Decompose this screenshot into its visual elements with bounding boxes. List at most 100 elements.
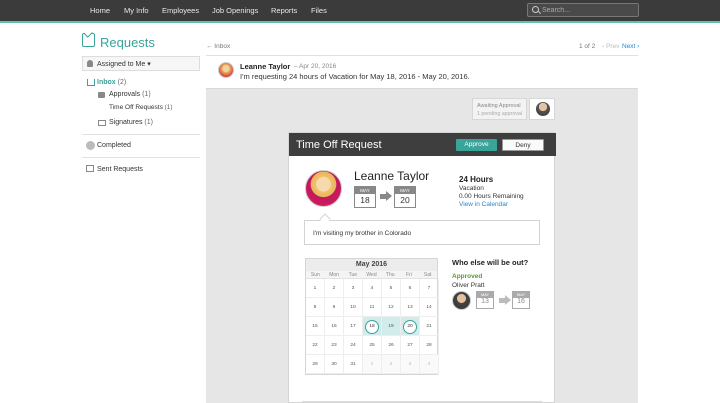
nav-files[interactable]: Files <box>311 6 327 15</box>
approve-button[interactable]: Approve <box>456 139 497 151</box>
calendar-day-number: 21 <box>426 324 432 329</box>
requester-name[interactable]: Leanne Taylor <box>240 62 290 71</box>
sidebar-item-approvals[interactable]: Approvals (1) <box>109 91 151 98</box>
who-else-avatar <box>452 291 471 310</box>
calendar-day[interactable]: 20 <box>401 317 420 336</box>
calendar-day-number: 16 <box>331 324 337 329</box>
calendar-day[interactable]: 11 <box>363 298 382 317</box>
calendar-day[interactable]: 12 <box>382 298 401 317</box>
await-title: Awaiting Approval <box>477 103 521 109</box>
calendar-day[interactable]: 26 <box>382 336 401 355</box>
search-box[interactable] <box>527 3 639 17</box>
calendar-day[interactable]: 2 <box>325 279 344 298</box>
calendar-day-number: 31 <box>350 362 356 367</box>
calendar-day-number: 5 <box>389 286 393 291</box>
thumbs-up-icon <box>98 92 105 98</box>
calendar-weekday: Mon <box>329 272 339 278</box>
other-end-day: 16 <box>517 298 525 305</box>
calendar-day[interactable]: 19 <box>382 317 401 336</box>
calendar-day-number: 22 <box>312 343 318 348</box>
other-start-day: 13 <box>481 298 489 305</box>
calendar-day[interactable]: 21 <box>420 317 439 336</box>
calendar-day-number: 20 <box>403 320 417 334</box>
calendar-day[interactable]: 4 <box>420 355 439 374</box>
calendar-day[interactable]: 1 <box>363 355 382 374</box>
prev-link[interactable]: ‹ Prev <box>602 43 619 50</box>
calendar: May 2016 Sun Mon Tue Wed Thu Fri Sat 123456789… <box>305 258 439 375</box>
next-link[interactable]: Next › <box>622 43 639 50</box>
nav-my-info[interactable]: My Info <box>124 6 149 15</box>
nav-home[interactable]: Home <box>90 6 110 15</box>
nav-reports[interactable]: Reports <box>271 6 297 15</box>
calendar-day[interactable]: 22 <box>306 336 325 355</box>
calendar-day[interactable]: 4 <box>363 279 382 298</box>
calendar-day-number: 27 <box>407 343 413 348</box>
calendar-day[interactable]: 7 <box>420 279 439 298</box>
view-in-calendar-link[interactable]: View in Calendar <box>459 201 508 208</box>
sidebar-item-completed[interactable]: Completed <box>97 142 131 149</box>
who-else-title: Who else will be out? <box>452 258 529 267</box>
search-icon <box>532 6 539 13</box>
top-nav: Home My Info Employees Job Openings Repo… <box>0 0 720 23</box>
who-else-name[interactable]: Oliver Pratt <box>452 282 485 289</box>
calendar-day[interactable]: 15 <box>306 317 325 336</box>
calendar-day-number: 2 <box>332 286 336 291</box>
filter-label: Assigned to Me <box>97 61 146 68</box>
calendar-day[interactable]: 2 <box>382 355 401 374</box>
sidebar-item-sent-requests[interactable]: Sent Requests <box>97 166 143 173</box>
calendar-day[interactable]: 14 <box>420 298 439 317</box>
calendar-day[interactable]: 29 <box>306 355 325 374</box>
calendar-day[interactable]: 10 <box>344 298 363 317</box>
calendar-day[interactable]: 13 <box>401 298 420 317</box>
sidebar-item-signatures[interactable]: Signatures (1) <box>109 119 153 126</box>
time-off-label: Time Off Requests <box>109 104 163 111</box>
search-input[interactable] <box>542 5 636 16</box>
calendar-day[interactable]: 17 <box>344 317 363 336</box>
calendar-day[interactable]: 18 <box>363 317 382 336</box>
calendar-weekday: Fri <box>406 272 412 278</box>
calendar-day-number: 25 <box>369 343 375 348</box>
start-day: 18 <box>360 195 370 205</box>
calendar-day[interactable]: 3 <box>401 355 420 374</box>
nav-employees[interactable]: Employees <box>162 6 199 15</box>
assigned-filter-dropdown[interactable]: Assigned to Me ▾ <box>82 56 200 71</box>
approver-face <box>536 102 550 116</box>
calendar-weekday: Sun <box>310 272 320 278</box>
calendar-day[interactable]: 23 <box>325 336 344 355</box>
calendar-day[interactable]: 31 <box>344 355 363 374</box>
sidebar-item-inbox[interactable]: Inbox (2) <box>97 79 126 86</box>
calendar-day[interactable]: 27 <box>401 336 420 355</box>
checkmark-icon <box>86 141 95 150</box>
signature-icon <box>98 120 106 126</box>
header-divider <box>206 55 638 56</box>
calendar-day[interactable]: 9 <box>325 298 344 317</box>
sidebar-item-time-off-requests[interactable]: Time Off Requests (1) <box>109 104 173 111</box>
calendar-day[interactable]: 24 <box>344 336 363 355</box>
calendar-day[interactable]: 3 <box>344 279 363 298</box>
calendar-day-number: 8 <box>313 305 317 310</box>
calendar-day-number: 12 <box>388 305 394 310</box>
calendar-day[interactable]: 16 <box>325 317 344 336</box>
calendar-day-number: 11 <box>369 305 375 310</box>
approver-avatar[interactable] <box>529 98 555 120</box>
calendar-day[interactable]: 25 <box>363 336 382 355</box>
calendar-day[interactable]: 6 <box>401 279 420 298</box>
calendar-day-number: 29 <box>312 362 318 367</box>
calendar-day[interactable]: 1 <box>306 279 325 298</box>
calendar-day[interactable]: 28 <box>420 336 439 355</box>
back-to-inbox-link[interactable]: ← Inbox <box>206 43 230 50</box>
calendar-weekday: Tue <box>348 272 358 278</box>
calendar-day-number: 1 <box>313 286 317 291</box>
deny-button[interactable]: Deny <box>502 139 544 151</box>
nav-job-openings[interactable]: Job Openings <box>212 6 258 15</box>
calendar-day-number: 23 <box>331 343 337 348</box>
inbox-label: Inbox <box>97 79 116 86</box>
calendar-day-number: 26 <box>388 343 394 348</box>
calendar-day[interactable]: 30 <box>325 355 344 374</box>
calendar-day-number: 6 <box>408 286 412 291</box>
approvals-count: (1) <box>142 91 151 98</box>
calendar-day[interactable]: 8 <box>306 298 325 317</box>
other-end-date-box: MAY 16 <box>512 291 530 309</box>
calendar-day[interactable]: 5 <box>382 279 401 298</box>
time-off-type: Vacation <box>459 185 484 192</box>
